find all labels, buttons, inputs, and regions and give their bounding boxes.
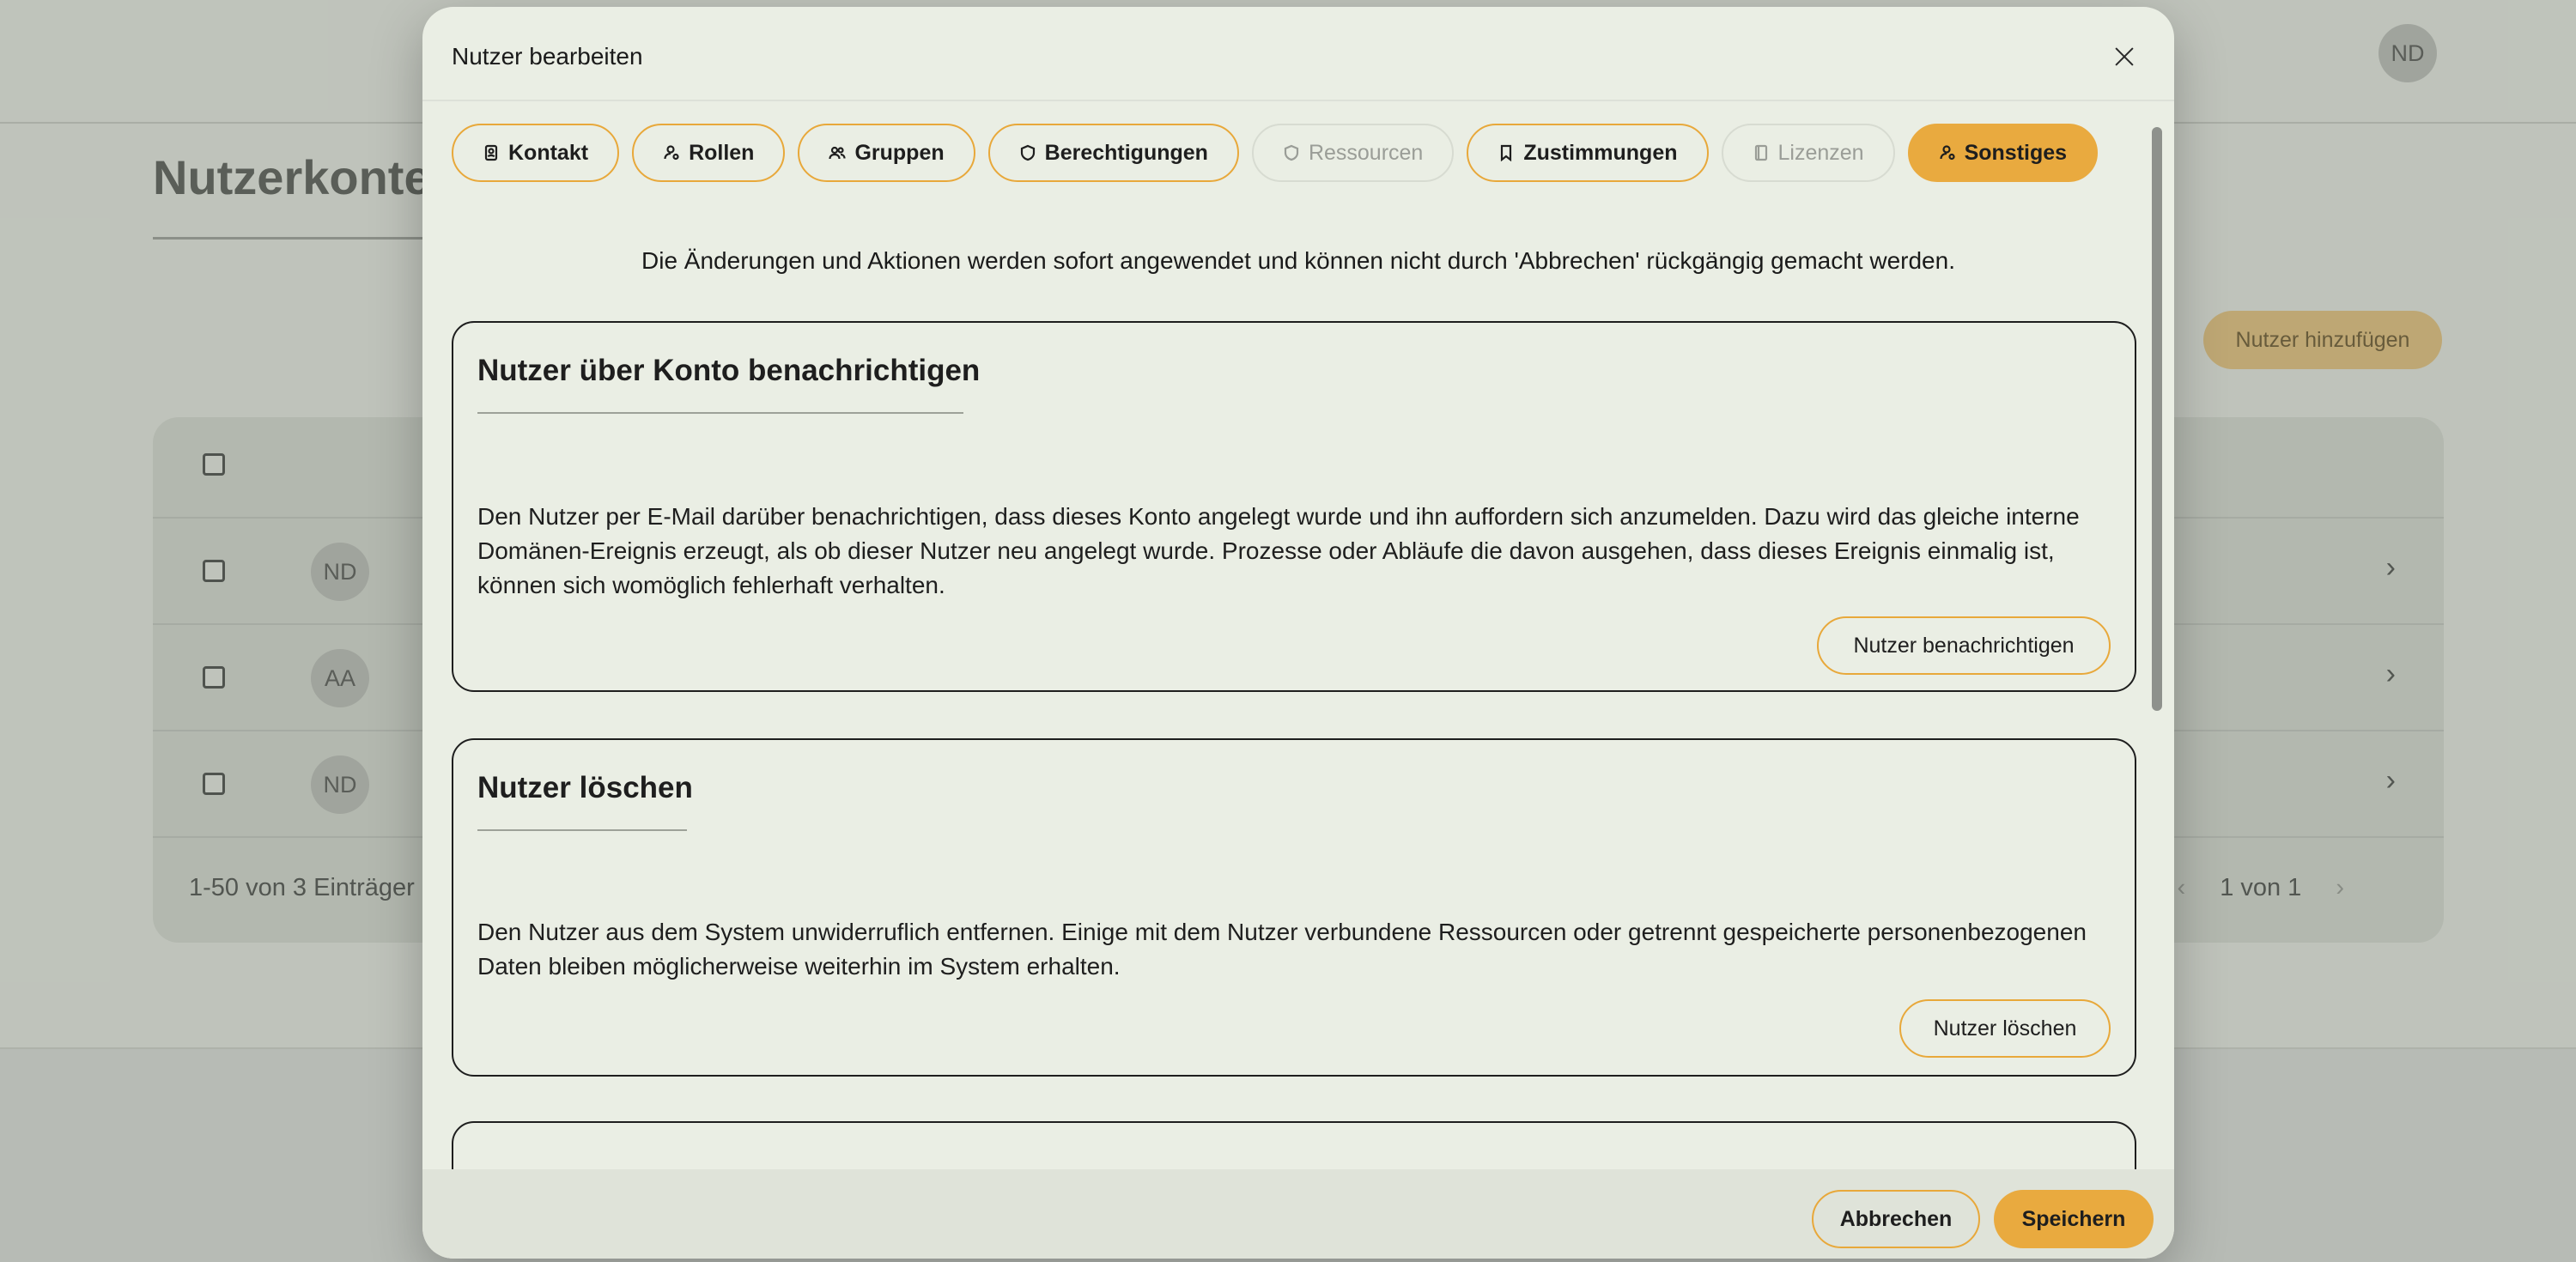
tab-label: Gruppen [854, 140, 945, 165]
users-icon [829, 146, 847, 160]
tab-rollen[interactable]: Rollen [632, 124, 786, 182]
bookmark-icon [1501, 144, 1512, 161]
dialog-footer: Abbrechen Speichern [422, 1169, 2174, 1259]
card-description: Den Nutzer per E-Mail darüber benachrich… [477, 503, 2080, 598]
notice-text: Die Änderungen und Aktionen werden sofor… [641, 247, 1955, 274]
tab-label: Rollen [689, 140, 755, 165]
shield-icon [1020, 144, 1035, 161]
tab-zustimmungen[interactable]: Zustimmungen [1467, 124, 1709, 182]
delete-user-button[interactable]: Nutzer löschen [1899, 999, 2111, 1058]
scrollbar[interactable] [2152, 127, 2162, 711]
notify-user-button[interactable]: Nutzer benachrichtigen [1817, 616, 2111, 675]
tab-bar: Kontakt Rollen Gruppen Berechtigungen Re… [452, 124, 2099, 184]
card-divider [477, 412, 963, 414]
cancel-button[interactable]: Abbrechen [1812, 1190, 1980, 1248]
shield-icon [1284, 144, 1299, 161]
card-description: Den Nutzer aus dem System unwiderruflich… [477, 919, 2087, 980]
dialog-header: Nutzer bearbeiten [422, 7, 2174, 101]
user-cog-icon [1939, 145, 1955, 161]
edit-user-dialog: Nutzer bearbeiten Kontakt Rollen Gruppen… [422, 7, 2174, 1259]
tab-gruppen[interactable]: Gruppen [798, 124, 975, 182]
book-icon [1754, 144, 1767, 161]
tab-label: Berechtigungen [1044, 140, 1208, 165]
contact-icon [484, 144, 498, 161]
close-icon[interactable] [2112, 45, 2136, 69]
tab-sonstiges[interactable]: Sonstiges [1907, 124, 2099, 182]
tab-label: Sonstiges [1964, 140, 2068, 165]
tab-label: Kontakt [508, 140, 589, 165]
user-role-icon [664, 145, 679, 161]
tab-lizenzen: Lizenzen [1721, 124, 1895, 182]
card-divider [477, 829, 687, 831]
delete-user-card: Nutzer löschen Den Nutzer aus dem System… [452, 738, 2136, 1077]
notify-user-card: Nutzer über Konto benachrichtigen Den Nu… [452, 321, 2136, 692]
tab-label: Lizenzen [1777, 140, 1864, 165]
tab-kontakt[interactable]: Kontakt [452, 124, 620, 182]
card-title: Nutzer löschen [477, 771, 693, 804]
tab-ressourcen: Ressourcen [1251, 124, 1455, 182]
tab-label: Zustimmungen [1523, 140, 1678, 165]
card-title: Nutzer über Konto benachrichtigen [477, 354, 981, 387]
tab-label: Ressourcen [1308, 140, 1424, 165]
tab-berechtigungen[interactable]: Berechtigungen [987, 124, 1239, 182]
dialog-title: Nutzer bearbeiten [452, 43, 643, 70]
save-button[interactable]: Speichern [1994, 1190, 2154, 1248]
